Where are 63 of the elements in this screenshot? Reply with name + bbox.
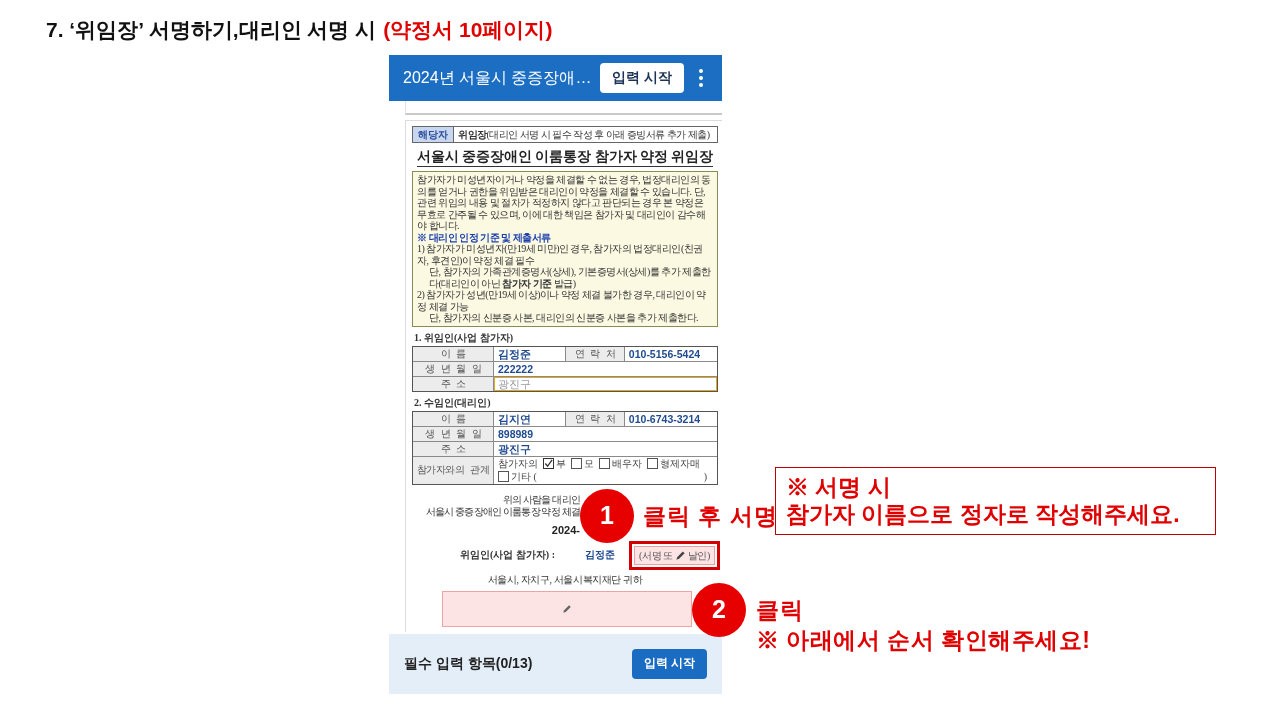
pencil-icon (674, 549, 686, 561)
section-heading: 2. 수임인(대리인) (414, 396, 492, 409)
notice-paragraph: 참가자가 미성년자이거나 약정을 체결할 수 없는 경우, 법정대리인의 동의를 얻거나 권한을 위임받은 대리인이 약정을 체결할 수 있습니다. 단, 관련 위임의 내용 및 절차가 적정하지 않다고 판단되는 경우 본 약정은 무효로 간주될 수 있으며, 이에 대한 책임은 참가자 및 대리인이 감수해야 합니다. (417, 174, 712, 232)
pencil-icon (562, 603, 572, 614)
notice-subitem: 단, 참가자의 신분증 사본, 대리인의 신분증 사본을 추가 제출한다. (428, 312, 699, 324)
step-instruction: 클릭 (756, 595, 803, 624)
field-label: 연 락 처 (565, 411, 624, 426)
field-label: 이 름 (413, 346, 493, 361)
applicability-text: 위임장(대리인 서명 시 필수 작성 후 아래 증빙서류 추가 제출) (457, 128, 711, 142)
signer-label: 위임인(사업 참가자) : (460, 548, 555, 562)
notice-item: 1) 참가자가 미성년자(만19세 미만)인 경우, 참가자의 법정대리인(친권자, 후견인)이 약정 체결 필수 (417, 243, 704, 266)
checkbox[interactable] (571, 458, 582, 469)
field-label: 생 년 월 일 (413, 426, 493, 441)
field-label: 이 름 (413, 411, 493, 426)
checkbox[interactable] (599, 458, 610, 469)
callout-text: 참가자 이름으로 정자로 작성해주세요. (786, 500, 1181, 528)
document-title: 서울시 중증장애인 이룸통장 참가자 약정 위임장 (416, 148, 714, 167)
checkbox[interactable] (647, 458, 658, 469)
date-text: 2024- (551, 523, 580, 537)
section-heading: 1. 위임인(사업 참가자) (414, 331, 515, 344)
start-input-button[interactable]: 입력 시작 (600, 63, 684, 93)
signature-field[interactable]: (서명 또 날인) (634, 545, 715, 565)
field-label: 연 락 처 (565, 346, 624, 361)
start-input-button[interactable]: 입력 시작 (631, 648, 707, 679)
step-instruction: ※ 아래에서 순서 확인해주세요! (756, 625, 1091, 654)
checkbox[interactable] (498, 471, 509, 482)
step-marker: 1 (580, 488, 634, 543)
step-instruction: 클릭 후 서명 (643, 501, 778, 530)
closing-bracket: ) (703, 470, 708, 483)
field-value: 김지연 (494, 411, 565, 426)
field-label: 생 년 월 일 (413, 361, 493, 376)
field-value: 898989 (494, 426, 717, 441)
statement-text: 서울시 중증장애인 이룸통장 약정 체결 (426, 505, 580, 518)
relation-prefix: 참가자의 (498, 457, 538, 470)
field-value: 010-5156-5424 (624, 346, 717, 361)
checkbox-label: 형제자매 (660, 457, 700, 470)
checkbox-label: 모 (584, 457, 594, 470)
field-value: 김정준 (494, 346, 565, 361)
callout-text: ※ 서명 시 (786, 473, 892, 501)
field-value: 010-6743-3214 (624, 411, 717, 426)
checkbox-label: 기타 ( (511, 470, 537, 483)
field-label: 주 소 (413, 441, 493, 456)
notice-item: 2) 참가자가 성년(만19세 이상)이나 약정 체결 불가한 경우, 대리인이 약정 체결 가능 (417, 289, 707, 312)
checkbox-label: 배우자 (612, 457, 642, 470)
page-reference: (약정서 10페이지) (383, 17, 553, 43)
app-bar-title: 2024년 서울시 중증장애… (403, 67, 593, 88)
address-field[interactable]: 광진구 (494, 376, 717, 391)
signer-name: 김정준 (585, 548, 615, 562)
more-icon[interactable] (699, 69, 703, 87)
checkbox[interactable] (543, 458, 554, 469)
notice-subitem: 단, 참가자의 가족관계증명서(상세), 기본증명서(상세)를 추가 제출한다(대리인이 아닌 참가자 기준 발급) (428, 266, 712, 289)
field-label: 주 소 (413, 376, 493, 391)
field-label: 참가자와의 관계 (413, 456, 493, 484)
checkbox-label: 부 (556, 457, 566, 470)
addressee-text: 서울시, 자치구, 서울시복지재단 귀하 (486, 573, 644, 586)
required-fields-count: 필수 입력 항목(0/13) (404, 654, 533, 673)
slide-title: 7. ‘위임장’ 서명하기,대리인 서명 시 (46, 17, 377, 43)
notice-heading: ※ 대리인 인정 기준 및 제출서류 (417, 231, 552, 243)
statement-text: 위의 사람을 대리인 (503, 493, 580, 506)
applicability-label: 해당자 (413, 127, 454, 142)
field-value: 광진구 (494, 441, 717, 456)
step-marker: 2 (692, 582, 746, 637)
field-value: 222222 (494, 361, 717, 376)
